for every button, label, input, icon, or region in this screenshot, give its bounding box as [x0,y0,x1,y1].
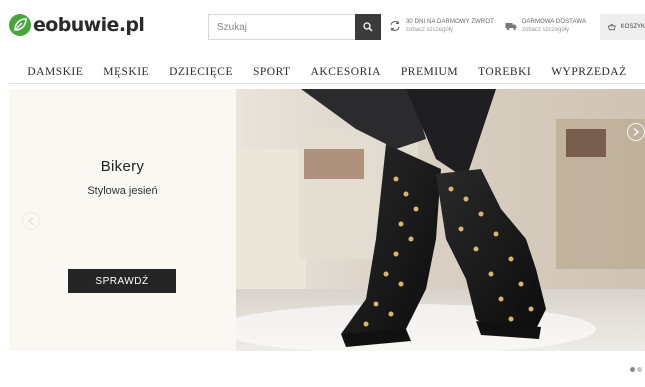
hero-cta-button[interactable]: SPRAWDŹ [68,269,176,293]
free-returns-info[interactable]: 30 DNI NA DARMOWY ZWROT zobacz szczegóły [389,18,494,34]
carousel-dot[interactable] [630,367,635,372]
hero-title: Bikery [100,158,145,175]
search-input[interactable] [208,14,355,40]
chevron-left-icon [28,217,34,225]
hero-subtitle: Stylowa jesień [87,185,158,197]
carousel-prev-button[interactable] [22,212,40,230]
free-delivery-link[interactable]: zobacz szczegóły [522,26,586,34]
nav-item-damskie[interactable]: DAMSKIE [27,64,83,84]
free-delivery-info[interactable]: DARMOWA DOSTAWA zobacz szczegóły [505,18,586,34]
logo[interactable]: eobuwie.pl [9,14,145,36]
chevron-right-icon [633,128,639,136]
site-header: eobuwie.pl 30 DNI NA DARMOWY ZWROT zobac… [0,0,645,54]
main-nav: DAMSKIE MĘSKIE DZIECIĘCE SPORT AKCESORIA… [9,64,645,84]
search-bar [208,14,381,40]
search-icon [363,22,373,32]
cart-button[interactable]: KOSZYK [600,14,645,40]
nav-divider [9,83,645,84]
hero-image[interactable] [236,89,645,351]
cart-basket-icon [608,23,616,31]
return-arrows-icon [390,20,400,32]
hero-banner: Bikery Stylowa jesień SPRAWDŹ [9,89,645,351]
nav-item-meskie[interactable]: MĘSKIE [103,64,149,84]
logo-text: eobuwie.pl [33,14,145,36]
nav-item-akcesoria[interactable]: AKCESORIA [311,64,381,84]
nav-item-sport[interactable]: SPORT [253,64,291,84]
free-returns-link[interactable]: zobacz szczegóły [406,26,494,34]
logo-leaf-icon [9,14,31,36]
free-returns-title: 30 DNI NA DARMOWY ZWROT [406,19,494,25]
nav-item-dzieciece[interactable]: DZIECIĘCE [169,64,233,84]
carousel-next-button[interactable] [627,123,645,141]
free-delivery-title: DARMOWA DOSTAWA [522,19,587,25]
nav-item-premium[interactable]: PREMIUM [401,64,458,84]
search-button[interactable] [355,14,381,40]
cart-label: KOSZYK [620,24,645,30]
nav-item-torebki[interactable]: TOREBKI [478,64,531,84]
nav-item-wyprzedaz[interactable]: WYPRZEDAŻ [551,64,626,84]
carousel-pagination [630,367,644,372]
delivery-truck-icon [505,23,517,31]
carousel-dot[interactable] [637,367,642,372]
hero-text-panel: Bikery Stylowa jesień SPRAWDŹ [9,89,236,351]
